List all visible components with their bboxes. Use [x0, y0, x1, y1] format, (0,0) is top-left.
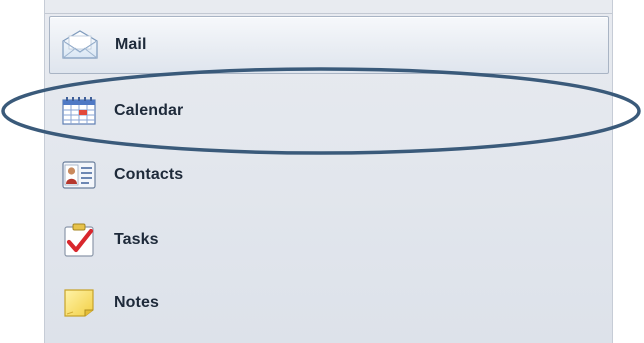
nav-item-mail[interactable]: Mail [49, 16, 609, 74]
pane-top-divider [45, 13, 612, 14]
nav-item-label: Calendar [114, 102, 184, 119]
navigation-pane: Mail Calendar Contacts Tasks Notes [44, 0, 613, 343]
nav-item-tasks[interactable]: Tasks [45, 211, 612, 269]
nav-item-label: Mail [115, 36, 147, 53]
tasks-icon [59, 222, 99, 258]
nav-item-notes[interactable]: Notes [45, 274, 612, 332]
nav-item-label: Contacts [114, 166, 184, 183]
nav-item-contacts[interactable]: Contacts [45, 146, 612, 204]
contacts-icon [59, 157, 99, 193]
nav-item-label: Notes [114, 294, 159, 311]
notes-icon [59, 285, 99, 321]
nav-item-label: Tasks [114, 231, 159, 248]
nav-item-calendar[interactable]: Calendar [45, 82, 612, 140]
mail-icon [60, 27, 100, 63]
calendar-icon [59, 93, 99, 129]
